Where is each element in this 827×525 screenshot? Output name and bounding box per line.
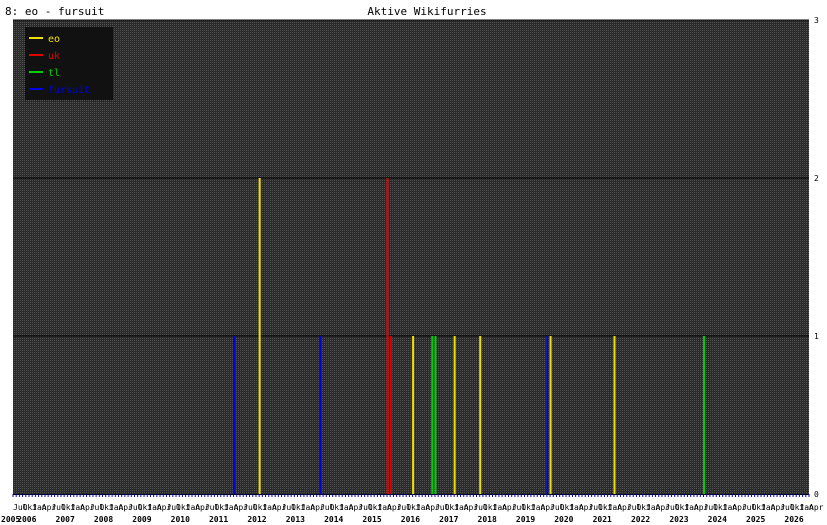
- legend-label-eo: eo: [48, 34, 60, 45]
- x-year-label: 2024: [708, 515, 727, 524]
- legend-label-fursuit: fursuit: [48, 85, 90, 96]
- y-tick-label: 1: [814, 332, 819, 341]
- chart-subtitle: 8: eo - fursuit: [5, 5, 104, 18]
- chart-title: Aktive Wikifurries: [367, 5, 486, 18]
- x-year-label: 2017: [439, 515, 458, 524]
- plot-background: [13, 20, 809, 494]
- x-year-label: 2025: [746, 515, 765, 524]
- x-year-label: 2012: [247, 515, 266, 524]
- x-year-label: 2026: [784, 515, 803, 524]
- legend: eo uk tl fursuit: [25, 27, 113, 100]
- y-tick-label: 3: [814, 16, 819, 25]
- x-year-label: 2019: [516, 515, 535, 524]
- x-year-label: 2008: [94, 515, 113, 524]
- x-year-label: 2021: [593, 515, 612, 524]
- x-year-label: 2014: [324, 515, 343, 524]
- x-year-label: 2016: [401, 515, 420, 524]
- x-year-label: 2015: [362, 515, 381, 524]
- x-year-label: 2013: [286, 515, 305, 524]
- x-year-label: 2007: [56, 515, 75, 524]
- x-year-label: 2023: [669, 515, 688, 524]
- legend-label-uk: uk: [48, 51, 60, 62]
- y-tick-label: 2: [814, 174, 819, 183]
- x-year-label: 2018: [478, 515, 497, 524]
- x-year-label: 2011: [209, 515, 228, 524]
- x-year-label: 2022: [631, 515, 650, 524]
- x-year-label: 2006: [17, 515, 36, 524]
- x-year-label: 2009: [132, 515, 151, 524]
- legend-label-tl: tl: [48, 68, 60, 79]
- chart: 0123JulOktJanAprJulOktJanAprJulOktJanApr…: [1, 5, 824, 524]
- x-year-label: 2020: [554, 515, 573, 524]
- y-tick-label: 0: [814, 490, 819, 499]
- x-year-label: 2010: [171, 515, 190, 524]
- x-month-label: Apr: [809, 503, 824, 512]
